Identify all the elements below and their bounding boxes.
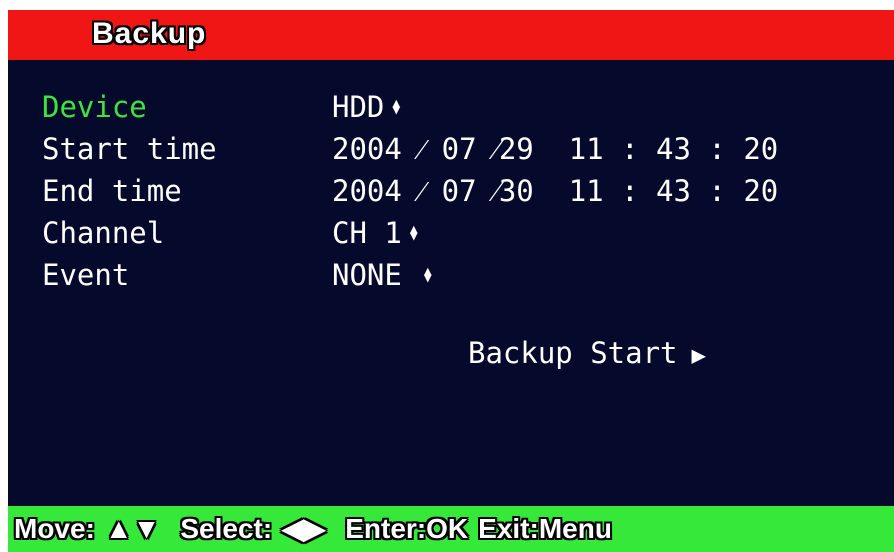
title-bar: Backup — [8, 10, 894, 60]
start-year[interactable]: 2004 — [332, 132, 402, 166]
page-title: Backup — [92, 17, 207, 50]
date-separator: ⁄ — [401, 132, 442, 166]
start-day[interactable]: 29 — [499, 132, 534, 166]
event-row[interactable]: Event NONE ▲︎ ▼︎ — [8, 258, 894, 298]
select-hint: Select: ◀▶ — [180, 513, 335, 544]
event-selector[interactable]: NONE ▲︎ ▼︎ — [332, 258, 432, 292]
time-separator: : — [603, 132, 656, 166]
end-time-label: End time — [42, 174, 182, 208]
device-value: HDD — [332, 90, 385, 124]
backup-start-button[interactable]: Backup Start ▶︎ — [468, 336, 706, 370]
backup-start-label: Backup Start — [468, 336, 678, 370]
start-time-label: Start time — [42, 132, 217, 166]
play-arrow-icon: ▶︎ — [691, 341, 706, 369]
end-time-value[interactable]: 2004 ⁄ 07 ⁄30 11 : 43 : 20 — [332, 174, 778, 209]
up-down-arrow-icon: ▲︎ ▼︎ — [392, 96, 401, 119]
end-time-row[interactable]: End time 2004 ⁄ 07 ⁄30 11 : 43 : 20 — [8, 174, 894, 214]
move-hint: Move: ▲▼ — [14, 513, 170, 544]
event-value: NONE — [332, 258, 402, 292]
start-second[interactable]: 20 — [743, 132, 778, 166]
end-minute[interactable]: 43 — [656, 174, 691, 208]
end-year[interactable]: 2004 — [332, 174, 402, 208]
channel-label: Channel — [42, 216, 165, 250]
footer-help-text: Move: ▲▼ Select: ◀▶ Enter:OK Exit:Menu — [14, 512, 622, 545]
start-time-value[interactable]: 2004 ⁄ 07 ⁄29 11 : 43 : 20 — [332, 132, 778, 167]
select-label: Select: — [180, 513, 273, 544]
date-separator: ⁄ — [476, 132, 499, 166]
enter-hint: Enter:OK — [345, 513, 469, 544]
event-label: Event — [42, 258, 130, 292]
end-day[interactable]: 30 — [499, 174, 534, 208]
time-separator: : — [690, 174, 744, 208]
date-separator: ⁄ — [401, 174, 442, 208]
start-hour[interactable]: 11 — [569, 132, 604, 166]
time-separator: : — [603, 174, 656, 208]
device-selector[interactable]: HDD ▲︎ ▼︎ — [332, 90, 400, 124]
end-month[interactable]: 07 — [442, 174, 477, 208]
up-down-triangle-icons: ▲▼ — [104, 513, 161, 544]
up-down-arrow-icon: ▲︎ ▼︎ — [423, 264, 432, 287]
dvr-screen: Backup Device HDD ▲︎ ▼︎ Start time 2004 ⁄ … — [8, 10, 894, 552]
end-second[interactable]: 20 — [743, 174, 778, 208]
channel-value: CH 1 — [332, 216, 402, 250]
end-hour[interactable]: 11 — [569, 174, 604, 208]
device-label: Device — [42, 90, 147, 124]
time-separator: : — [690, 132, 744, 166]
footer-help-bar: Move: ▲▼ Select: ◀▶ Enter:OK Exit:Menu — [8, 506, 894, 552]
device-row[interactable]: Device HDD ▲︎ ▼︎ — [8, 90, 894, 130]
start-minute[interactable]: 43 — [656, 132, 691, 166]
start-month[interactable]: 07 — [442, 132, 477, 166]
date-separator: ⁄ — [476, 174, 499, 208]
move-label: Move: — [14, 513, 95, 544]
left-right-triangle-icons: ◀▶ — [282, 513, 326, 544]
exit-hint: Exit:Menu — [478, 513, 612, 544]
start-time-row[interactable]: Start time 2004 ⁄ 07 ⁄29 11 : 43 : 20 — [8, 132, 894, 172]
up-down-arrow-icon: ▲︎ ▼︎ — [409, 222, 418, 245]
channel-selector[interactable]: CH 1 ▲︎ ▼︎ — [332, 216, 418, 250]
channel-row[interactable]: Channel CH 1 ▲︎ ▼︎ — [8, 216, 894, 256]
